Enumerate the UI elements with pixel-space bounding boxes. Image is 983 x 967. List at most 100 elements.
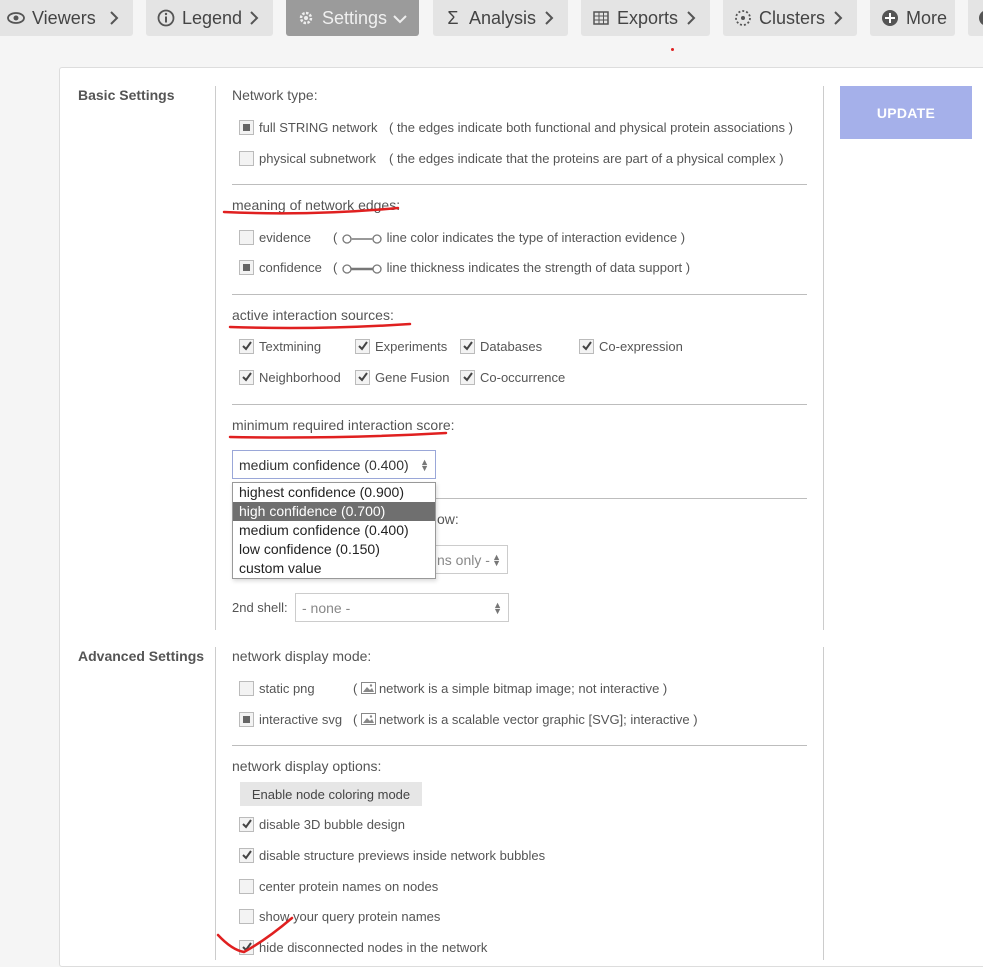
physical-subnetwork-hint: ( the edges indicate that the proteins a… (389, 151, 784, 166)
chevron-right-icon (250, 11, 259, 25)
neighborhood-checkbox[interactable] (239, 370, 254, 385)
image-icon (360, 682, 376, 694)
node-coloring-button[interactable]: Enable node coloring mode (240, 782, 422, 806)
max-interactors-label-tail: ow: (437, 511, 459, 527)
source-label: Co-occurrence (480, 370, 566, 385)
legend-label: Legend (182, 7, 243, 28)
full-network-hint: ( the edges indicate both functional and… (389, 120, 793, 135)
second-shell-select[interactable]: - none - ▲ ▼ (295, 593, 509, 622)
gear-icon (296, 8, 316, 28)
update-button[interactable]: UPDATE (840, 86, 972, 139)
center-names-checkbox[interactable] (239, 879, 254, 894)
source-label: Experiments (375, 339, 448, 354)
overflow-button[interactable] (968, 0, 983, 36)
coexpression-checkbox[interactable] (579, 339, 594, 354)
second-shell-value: - none - (302, 599, 351, 616)
clusters-icon (733, 8, 753, 28)
clusters-label: Clusters (759, 7, 826, 28)
updown-arrow-icon: ▲ ▼ (420, 456, 429, 473)
full-network-radio[interactable] (239, 120, 254, 135)
disable-previews-label: disable structure previews inside networ… (259, 848, 546, 863)
cooccurrence-checkbox[interactable] (460, 370, 475, 385)
updown-arrow-icon: ▲ ▼ (493, 599, 502, 616)
evidence-label: evidence (259, 230, 312, 245)
textmining-checkbox[interactable] (239, 339, 254, 354)
source-label: Co-expression (599, 339, 683, 354)
divider (436, 498, 807, 499)
confidence-radio[interactable] (239, 260, 254, 275)
more-button[interactable]: More (870, 0, 955, 36)
advanced-right-divider (823, 647, 824, 960)
chevron-right-icon (545, 11, 554, 25)
source-label: Gene Fusion (375, 370, 450, 385)
confidence-hint: ( line thickness indicates the strength … (333, 260, 691, 275)
edges-meaning-label: meaning of network edges: (232, 197, 401, 213)
score-option[interactable]: highest confidence (0.900) (233, 483, 435, 502)
source-label: Neighborhood (259, 370, 341, 385)
disable-previews-checkbox[interactable] (239, 848, 254, 863)
experiments-checkbox[interactable] (355, 339, 370, 354)
score-option[interactable]: medium confidence (0.400) (233, 521, 435, 540)
top-toolbar: Viewers Legend Settings Σ Analysis Expor… (0, 0, 983, 36)
interactive-svg-radio[interactable] (239, 712, 254, 727)
confidence-label: confidence (259, 260, 322, 275)
edge-line-icon (342, 233, 382, 244)
score-select[interactable]: medium confidence (0.400) ▲ ▼ (232, 450, 436, 479)
divider (232, 404, 807, 405)
score-select-value: medium confidence (0.400) (239, 456, 409, 473)
show-query-names-checkbox[interactable] (239, 909, 254, 924)
score-option[interactable]: custom value (233, 559, 435, 578)
settings-panel (59, 67, 983, 967)
chevron-right-icon (834, 11, 843, 25)
databases-checkbox[interactable] (460, 339, 475, 354)
exports-label: Exports (617, 7, 679, 28)
analysis-label: Analysis (469, 7, 537, 28)
interactive-svg-label: interactive svg (259, 712, 343, 727)
eye-icon (6, 8, 26, 28)
hide-disconnected-checkbox[interactable] (239, 940, 254, 955)
evidence-hint-text: line color indicates the type of interac… (386, 230, 686, 245)
score-option-highlighted[interactable]: high confidence (0.700) (233, 502, 435, 521)
viewers-button[interactable]: Viewers (0, 0, 133, 36)
show-query-names-label: show your query protein names (259, 909, 441, 924)
evidence-hint: ( line color indicates the type of inter… (333, 230, 686, 245)
evidence-radio[interactable] (239, 230, 254, 245)
interactive-svg-hint: ( network is a scalable vector graphic [… (353, 712, 698, 727)
static-png-label: static png (259, 681, 315, 696)
red-dot-annotation (671, 48, 674, 51)
legend-button[interactable]: Legend (146, 0, 273, 36)
disable-3d-checkbox[interactable] (239, 817, 254, 832)
exports-button[interactable]: Exports (581, 0, 710, 36)
basic-left-divider (215, 86, 216, 630)
score-dropdown: highest confidence (0.900) high confiden… (232, 482, 436, 579)
divider (232, 745, 807, 746)
first-shell-value: ns only - (437, 551, 490, 568)
circle-icon (978, 8, 983, 28)
basic-settings-title: Basic Settings (78, 87, 175, 103)
score-option[interactable]: low confidence (0.150) (233, 540, 435, 559)
static-png-hint: ( network is a simple bitmap image; not … (353, 681, 668, 696)
settings-label: Settings (322, 7, 388, 28)
min-score-label: minimum required interaction score: (232, 417, 455, 433)
display-mode-label: network display mode: (232, 648, 372, 664)
divider (232, 184, 807, 185)
info-icon (156, 8, 176, 28)
full-network-label: full STRING network (259, 120, 378, 135)
image-icon (360, 713, 376, 725)
clusters-button[interactable]: Clusters (723, 0, 857, 36)
gene-fusion-checkbox[interactable] (355, 370, 370, 385)
advanced-settings-title: Advanced Settings (78, 648, 205, 664)
interaction-sources-label: active interaction sources: (232, 307, 394, 323)
source-label: Textmining (259, 339, 322, 354)
analysis-button[interactable]: Σ Analysis (433, 0, 568, 36)
settings-button[interactable]: Settings (286, 0, 419, 36)
chevron-right-icon (110, 11, 119, 25)
sigma-icon: Σ (447, 7, 459, 28)
static-png-radio[interactable] (239, 681, 254, 696)
chevron-right-icon (687, 11, 696, 25)
viewers-label: Viewers (32, 7, 96, 28)
divider (232, 294, 807, 295)
physical-subnetwork-radio[interactable] (239, 151, 254, 166)
static-png-hint-text: network is a simple bitmap image; not in… (378, 681, 668, 696)
source-label: Databases (480, 339, 543, 354)
